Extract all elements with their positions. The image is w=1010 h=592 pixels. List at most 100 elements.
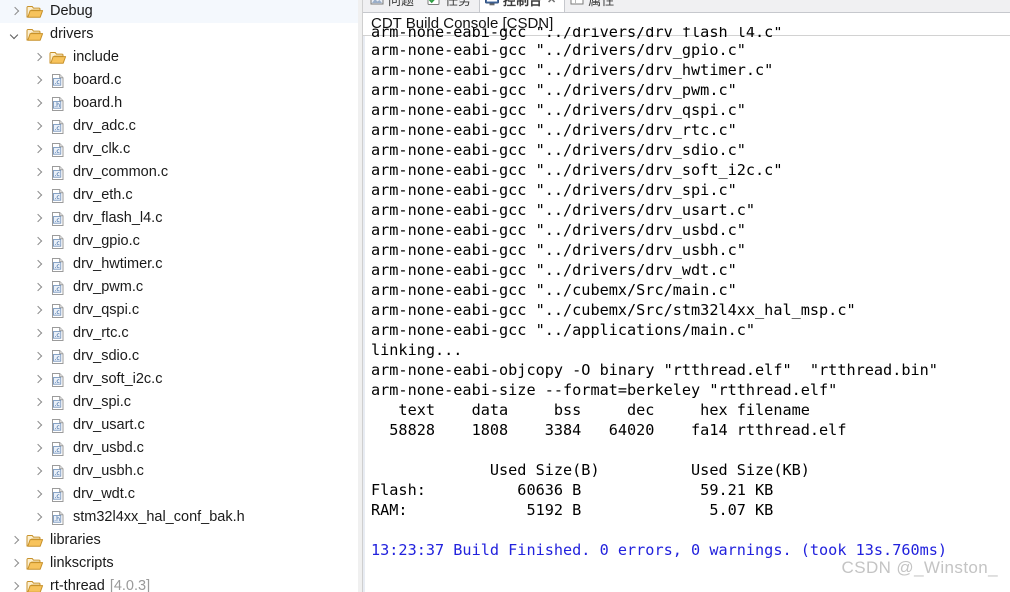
chevron-right-icon[interactable]	[33, 466, 44, 477]
view-tab-properties[interactable]: 属性	[565, 0, 622, 12]
console-line: arm-none-eabi-gcc "../applications/main.…	[371, 321, 756, 339]
chevron-right-icon[interactable]	[33, 167, 44, 178]
tree-item[interactable]: .c drv_usbh.c	[0, 460, 358, 483]
chevron-right-icon[interactable]	[33, 397, 44, 408]
console-line: arm-none-eabi-gcc "../drivers/drv_qspi.c…	[371, 101, 746, 119]
tree-item[interactable]: rt-thread [4.0.3]	[0, 575, 358, 592]
chevron-right-icon[interactable]	[33, 52, 44, 63]
c-file-icon: .c	[49, 372, 67, 388]
tree-item[interactable]: .c drv_spi.c	[0, 391, 358, 414]
chevron-right-icon[interactable]	[33, 305, 44, 316]
chevron-right-icon[interactable]	[33, 259, 44, 270]
chevron-right-icon[interactable]	[33, 75, 44, 86]
chevron-right-icon[interactable]	[10, 535, 21, 546]
console-line: linking...	[371, 341, 463, 359]
chevron-right-icon[interactable]	[33, 443, 44, 454]
tree-item-label: stm32l4xx_hal_conf_bak.h	[73, 509, 245, 525]
console-line: arm-none-eabi-gcc "../drivers/drv_rtc.c"	[371, 121, 737, 139]
console-line: arm-none-eabi-gcc "../drivers/drv_soft_i…	[371, 161, 783, 179]
chevron-right-icon[interactable]	[33, 420, 44, 431]
properties-icon	[570, 0, 584, 6]
view-tab-tasks[interactable]: 任务	[422, 0, 479, 12]
console-line: arm-none-eabi-gcc "../cubemx/Src/main.c"	[371, 281, 737, 299]
tree-item[interactable]: .c drv_usbd.c	[0, 437, 358, 460]
console-line: arm-none-eabi-gcc "../drivers/drv_sdio.c…	[371, 141, 746, 159]
chevron-right-icon[interactable]	[33, 489, 44, 500]
console-line: arm-none-eabi-gcc "../drivers/drv_usbh.c…	[371, 241, 746, 259]
tree-item-label: drv_pwm.c	[73, 279, 144, 295]
console-line: text data bss dec hex filename	[371, 401, 810, 419]
view-tab-label: 控制台	[503, 0, 543, 8]
watermark: CSDN @_Winston_	[841, 558, 998, 577]
tree-item[interactable]: .c drv_wdt.c	[0, 483, 358, 506]
tree-item[interactable]: .c drv_flash_l4.c	[0, 207, 358, 230]
tree-item[interactable]: .c drv_gpio.c	[0, 230, 358, 253]
tree-item[interactable]: .c drv_soft_i2c.c	[0, 368, 358, 391]
c-file-icon: .c	[49, 395, 67, 411]
tree-item[interactable]: .h board.h	[0, 92, 358, 115]
console-icon	[485, 0, 500, 6]
chevron-right-icon[interactable]	[33, 282, 44, 293]
chevron-right-icon[interactable]	[10, 581, 21, 592]
tree-item[interactable]: Debug	[0, 0, 358, 23]
svg-text:.c: .c	[54, 378, 60, 385]
console-line: arm-none-eabi-gcc "../cubemx/Src/stm32l4…	[371, 301, 856, 319]
tree-item-label: drv_flash_l4.c	[73, 210, 163, 226]
chevron-right-icon[interactable]	[33, 190, 44, 201]
tree-item[interactable]: .c drv_usart.c	[0, 414, 358, 437]
chevron-right-icon[interactable]	[10, 6, 21, 17]
chevron-right-icon[interactable]	[33, 236, 44, 247]
view-tab-console[interactable]: 控制台 ✕	[479, 0, 566, 12]
tree-item[interactable]: .c drv_clk.c	[0, 138, 358, 161]
chevron-right-icon[interactable]	[33, 351, 44, 362]
tree-item[interactable]: .h stm32l4xx_hal_conf_bak.h	[0, 506, 358, 529]
tree-item[interactable]: .c drv_common.c	[0, 161, 358, 184]
tree-item[interactable]: .c drv_eth.c	[0, 184, 358, 207]
console-line: arm-none-eabi-gcc "../drivers/drv_flash_…	[371, 27, 783, 40]
svg-text:.c: .c	[54, 240, 60, 247]
console-line: arm-none-eabi-gcc "../drivers/drv_spi.c"	[371, 181, 737, 199]
c-file-icon: .c	[49, 211, 67, 227]
svg-text:.c: .c	[54, 79, 60, 86]
console-line: arm-none-eabi-size --format=berkeley "rt…	[371, 381, 838, 399]
console-line: arm-none-eabi-gcc "../drivers/drv_hwtime…	[371, 61, 774, 79]
chevron-right-icon[interactable]	[33, 328, 44, 339]
tree-item-label: linkscripts	[50, 555, 114, 571]
console-line: arm-none-eabi-gcc "../drivers/drv_pwm.c"	[371, 81, 737, 99]
svg-text:.c: .c	[54, 401, 60, 408]
tree-item-label: drv_sdio.c	[73, 348, 140, 364]
tree-item[interactable]: .c drv_adc.c	[0, 115, 358, 138]
tree-item-label: drv_rtc.c	[73, 325, 129, 341]
chevron-right-icon[interactable]	[33, 98, 44, 109]
project-explorer-tree[interactable]: Debug drivers include .c board.c .h board.h .c d…	[0, 0, 358, 592]
tree-item[interactable]: .c drv_rtc.c	[0, 322, 358, 345]
svg-text:.c: .c	[54, 470, 60, 477]
tree-item[interactable]: .c drv_sdio.c	[0, 345, 358, 368]
tree-item[interactable]: .c drv_qspi.c	[0, 299, 358, 322]
folder-icon	[26, 27, 44, 43]
folder-icon	[26, 579, 44, 592]
close-icon[interactable]: ✕	[547, 0, 556, 6]
tree-item[interactable]: drivers	[0, 23, 358, 46]
tree-item[interactable]: .c drv_hwtimer.c	[0, 253, 358, 276]
tree-item[interactable]: linkscripts	[0, 552, 358, 575]
tree-item[interactable]: include	[0, 46, 358, 69]
folder-icon	[26, 556, 44, 572]
chevron-right-icon[interactable]	[33, 512, 44, 523]
chevron-right-icon[interactable]	[33, 374, 44, 385]
chevron-right-icon[interactable]	[33, 144, 44, 155]
c-file-icon: .c	[49, 234, 67, 250]
console-left-margin	[363, 36, 365, 592]
console-output[interactable]: arm-none-eabi-gcc "../drivers/drv_flash_…	[371, 27, 1010, 592]
c-file-icon: .c	[49, 349, 67, 365]
console-line: 13:23:37 Build Finished. 0 errors, 0 war…	[371, 541, 948, 559]
tree-item[interactable]: libraries	[0, 529, 358, 552]
chevron-right-icon[interactable]	[33, 121, 44, 132]
chevron-down-icon[interactable]	[10, 29, 21, 40]
view-tab-problems[interactable]: 问题	[365, 0, 422, 12]
tree-item[interactable]: .c drv_pwm.c	[0, 276, 358, 299]
tree-item[interactable]: .c board.c	[0, 69, 358, 92]
console-line: arm-none-eabi-gcc "../drivers/drv_usart.…	[371, 201, 756, 219]
chevron-right-icon[interactable]	[10, 558, 21, 569]
chevron-right-icon[interactable]	[33, 213, 44, 224]
